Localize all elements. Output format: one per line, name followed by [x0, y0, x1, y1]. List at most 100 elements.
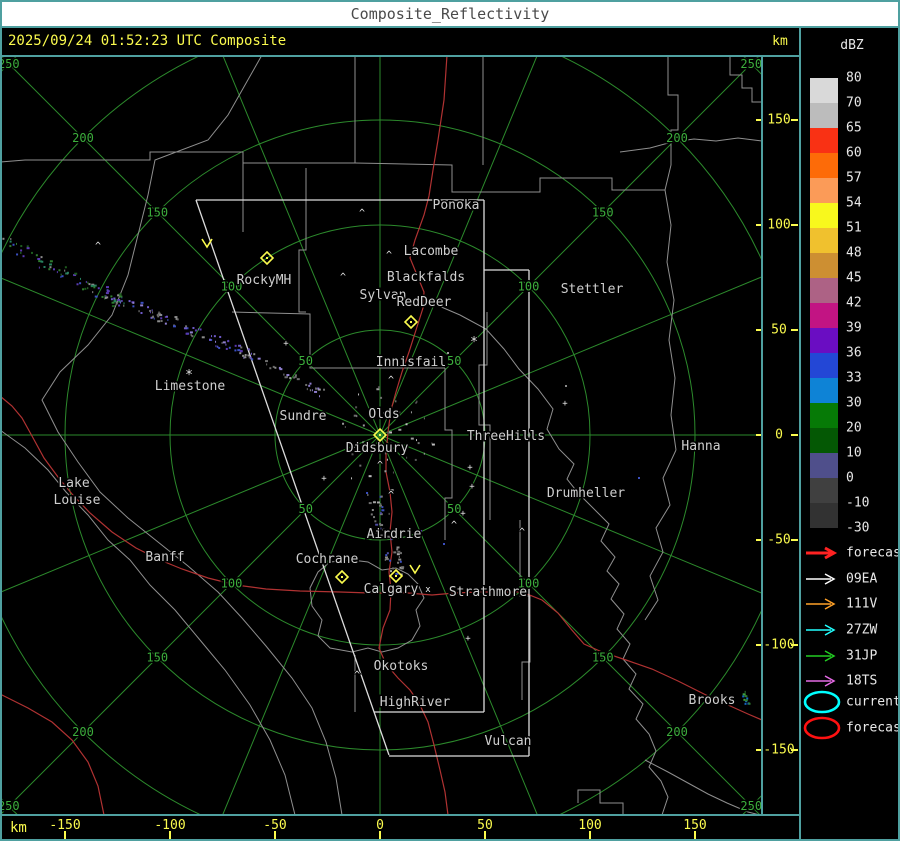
map-symbol-plus: + [283, 339, 289, 349]
colorbar-block-70 [810, 103, 838, 128]
map-bottom-border [0, 814, 801, 816]
border-top [0, 0, 900, 2]
colorbar-label: 80 [846, 70, 862, 86]
boundary-line [619, 137, 761, 153]
colorbar-label: 70 [846, 95, 862, 111]
city-label-calgary: Calgary [364, 582, 419, 597]
colorbar-label: 10 [846, 445, 862, 461]
colorbar-label: 65 [846, 120, 862, 136]
city-label-airdrie: Airdrie [367, 527, 422, 542]
colorbar-block-57 [810, 178, 838, 203]
city-label-okotoks: Okotoks [374, 659, 429, 674]
map-symbol-plus: + [465, 634, 471, 644]
city-label-vulcan: Vulcan [485, 734, 532, 749]
colorbar-label: 0 [846, 470, 854, 486]
map-symbol-asterisk: * [470, 335, 478, 350]
legend-ellipse-icon [803, 716, 841, 740]
colorbar-block-65 [810, 128, 838, 153]
city-label-banff: Banff [145, 550, 184, 565]
city-label-sundre: Sundre [280, 409, 327, 424]
right-axis-tick [791, 329, 798, 331]
echo-cluster [110, 297, 254, 361]
right-axis-tick [791, 224, 798, 226]
radial-line [222, 57, 381, 436]
legend-arrow-icon [806, 624, 836, 636]
map-symbol-caret: ^ [354, 670, 360, 681]
ring-label-250: 250 [740, 57, 762, 71]
boundary-line [644, 449, 677, 621]
ring-label-50: 50 [447, 354, 461, 368]
colorbar-label: 36 [846, 345, 862, 361]
colorbar-label: 51 [846, 220, 862, 236]
map-symbol-caret: ^ [451, 520, 457, 531]
ring-label-250: 250 [740, 799, 762, 813]
map-symbol-caret: ^ [95, 241, 101, 252]
map-symbol-plus: + [467, 463, 473, 473]
colorbar-label: 30 [846, 395, 862, 411]
right-axis-tick [791, 644, 798, 646]
echo-dot [565, 385, 567, 387]
city-label-drumheller: Drumheller [547, 486, 625, 501]
colorbar-label: 45 [846, 270, 862, 286]
legend-track-label: forecast [846, 545, 900, 561]
colorbar-title: dBZ [840, 38, 864, 53]
city-label-ponoka: Ponoka [433, 198, 480, 213]
colorbar-block-42 [810, 303, 838, 328]
bottom-axis-unit-label: km [10, 820, 27, 836]
ring-label-200: 200 [72, 725, 94, 739]
map-symbol-caret: ^ [359, 208, 365, 219]
colorbar-label: 57 [846, 170, 862, 186]
boundary-line [2, 151, 355, 164]
legend-arrow-icon [806, 650, 836, 662]
right-axis-tick [791, 119, 798, 121]
colorbar-block-60 [810, 153, 838, 178]
city-label-lacombe: Lacombe [404, 244, 459, 259]
ring-label-150: 150 [592, 651, 614, 665]
colorbar-label: 33 [846, 370, 862, 386]
city-label-louise: Louise [54, 493, 101, 508]
city-label-threehills: ThreeHills [467, 429, 545, 444]
colorbar-label: -10 [846, 495, 870, 511]
radar-site-marker [259, 250, 275, 266]
colorbar-block-20 [810, 428, 838, 453]
legend-arrow-icon [806, 546, 838, 560]
echo-dot [638, 477, 640, 479]
city-label-lake: Lake [58, 476, 89, 491]
legend-track-label: 27ZW [846, 622, 878, 638]
legend-arrow-icon [806, 573, 836, 585]
boundary-line [664, 189, 677, 451]
colorbar-label: 60 [846, 145, 862, 161]
radar-viewer-window: Composite_Reflectivity 2025/09/24 01:52:… [0, 0, 900, 841]
city-label-cochrane: Cochrane [296, 552, 359, 567]
map-symbol-plus: + [321, 474, 327, 484]
colorbar-block-48 [810, 253, 838, 278]
ring-label-250: 250 [0, 799, 20, 813]
city-label-rockymh: RockyMH [237, 273, 292, 288]
boundary-line [664, 57, 679, 191]
colorbar-block-45 [810, 278, 838, 303]
ring-label-200: 200 [666, 725, 688, 739]
colorbar-label: 42 [846, 295, 862, 311]
ring-label-200: 200 [666, 131, 688, 145]
colorbar-block--10 [810, 503, 838, 528]
ring-label-50: 50 [299, 354, 313, 368]
colorbar-block-0 [810, 478, 838, 503]
map-symbol-plus: + [469, 482, 475, 492]
city-label-hanna: Hanna [681, 439, 720, 454]
map-symbol-caret: ^ [519, 527, 525, 538]
boundary-line [2, 430, 296, 814]
boundary-line [577, 789, 624, 814]
radial-line [2, 434, 381, 593]
map-symbol-plus: + [562, 399, 568, 409]
legend-glyphs [803, 546, 841, 740]
map-symbol-x: x [425, 585, 431, 595]
city-label-reddeer: RedDeer [397, 295, 452, 310]
echo-cluster [742, 690, 751, 705]
legend-ellipse-label: current [846, 694, 900, 710]
panel-divider [799, 26, 801, 841]
map-symbol-caret: ^ [340, 272, 346, 283]
border-left [0, 0, 2, 841]
city-label-olds: Olds [368, 407, 399, 422]
colorbar-block-10 [810, 453, 838, 478]
map-symbol-caret: ^ [377, 460, 383, 471]
